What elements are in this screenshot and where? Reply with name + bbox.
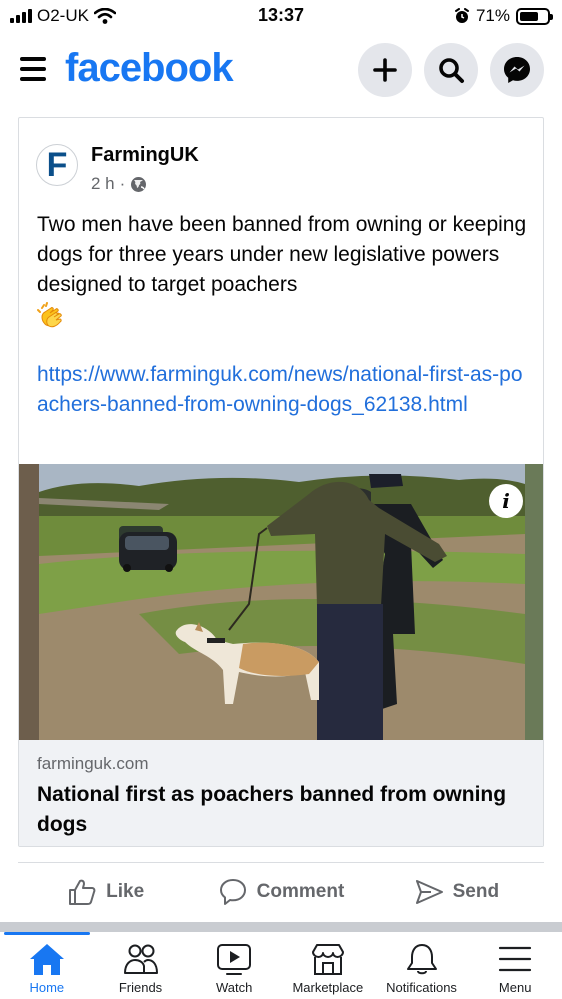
page-avatar[interactable]: F — [36, 144, 78, 186]
post-meta: 2 h · — [91, 174, 147, 194]
clapping-hands-icon — [37, 302, 62, 328]
status-bar: O2-UK 13:37 71% — [0, 0, 562, 34]
post-text: Two men have been banned from owning or … — [37, 210, 531, 330]
tab-label: Friends — [118, 980, 163, 995]
comment-label: Comment — [256, 880, 345, 902]
like-label: Like — [106, 880, 145, 902]
section-divider — [0, 922, 562, 932]
tab-label: Menu — [498, 980, 532, 995]
battery-icon — [516, 7, 553, 25]
article-photo[interactable]: i — [19, 464, 543, 740]
alarm-icon — [454, 8, 469, 23]
article-image — [19, 464, 543, 740]
bottom-tab-bar: Home Friends Watch Marketplace Notificat… — [0, 932, 562, 999]
bell-icon — [406, 944, 437, 975]
like-button[interactable]: Like — [18, 863, 193, 920]
info-icon[interactable]: i — [489, 484, 523, 518]
post-body: Two men have been banned from owning or … — [37, 213, 527, 296]
search-icon — [439, 58, 464, 83]
comment-icon — [219, 878, 246, 905]
tab-label: Marketplace — [292, 980, 364, 995]
home-icon — [29, 944, 64, 975]
app-header: facebook — [0, 40, 562, 102]
messenger-icon — [504, 57, 530, 83]
tab-marketplace[interactable]: Marketplace — [281, 932, 375, 999]
tab-label: Notifications — [386, 980, 457, 995]
marketplace-icon — [311, 944, 344, 975]
hamburger-menu-icon[interactable] — [20, 57, 46, 83]
link-title: National first as poachers banned from o… — [37, 783, 507, 836]
tab-label: Home — [29, 980, 65, 995]
battery-percent: 71% — [475, 6, 510, 25]
link-domain: farminguk.com — [37, 754, 149, 773]
create-button[interactable] — [358, 43, 412, 97]
post-time[interactable]: 2 h — [91, 174, 115, 194]
globe-icon — [131, 176, 147, 192]
tab-watch[interactable]: Watch — [187, 932, 281, 999]
post-link[interactable]: https://www.farminguk.com/news/national-… — [37, 360, 531, 420]
tab-friends[interactable]: Friends — [94, 932, 188, 999]
page-name[interactable]: FarmingUK — [91, 144, 199, 167]
facebook-logo[interactable]: facebook — [65, 46, 234, 91]
tab-menu[interactable]: Menu — [468, 932, 562, 999]
menu-icon — [499, 946, 532, 972]
post-card: F FarmingUK 2 h · Two men have been bann… — [18, 117, 544, 847]
post-actions: Like Comment Send — [18, 862, 544, 920]
comment-button[interactable]: Comment — [193, 863, 368, 920]
send-label: Send — [452, 880, 500, 902]
tab-label: Watch — [216, 980, 253, 995]
thumbs-up-icon — [69, 879, 96, 905]
friends-icon — [123, 944, 158, 974]
link-preview[interactable]: farminguk.com National first as poachers… — [19, 740, 543, 846]
tab-notifications[interactable]: Notifications — [375, 932, 469, 999]
plus-icon — [373, 58, 397, 82]
send-button[interactable]: Send — [369, 863, 544, 920]
tab-home[interactable]: Home — [0, 932, 94, 999]
messenger-button[interactable] — [490, 43, 544, 97]
send-icon — [415, 879, 443, 904]
search-button[interactable] — [424, 43, 478, 97]
watch-icon — [217, 944, 252, 975]
meta-separator: · — [119, 174, 126, 193]
